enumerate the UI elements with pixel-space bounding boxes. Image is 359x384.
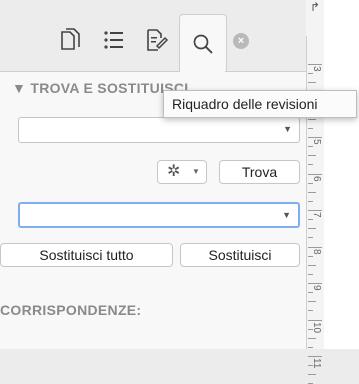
options-button[interactable]: ✲ ▼ (157, 160, 207, 184)
navigator-tab-bar: × (0, 0, 306, 73)
pages-icon (61, 28, 80, 50)
tooltip: Riquadro delle revisioni (163, 90, 357, 118)
tab-pages[interactable] (52, 20, 88, 60)
ruler-tick (308, 182, 313, 184)
ruler-tick (308, 191, 316, 193)
ruler-tick (308, 301, 316, 303)
tab-search[interactable] (179, 14, 227, 73)
ruler-tick (308, 228, 316, 230)
ruler-number: 5 (311, 139, 322, 145)
ruler-tick (308, 173, 322, 175)
ruler-number: 8 (311, 248, 322, 255)
ruler-tick (308, 337, 316, 339)
ruler-number: 10 (311, 321, 322, 333)
ruler-tick (308, 328, 313, 330)
ruler-tick (308, 292, 313, 294)
document-canvas (324, 0, 359, 349)
chevron-down-icon: ▼ (192, 167, 200, 176)
ruler-tick (308, 82, 316, 84)
ruler-tick (308, 210, 322, 211)
ruler-tick (308, 283, 322, 284)
ruler-tick (308, 356, 322, 357)
ruler-tick (308, 237, 313, 239)
gear-icon: ✲ (167, 163, 181, 180)
ruler-tick (308, 127, 313, 129)
ruler-tick (308, 310, 313, 312)
matches-title: CORRISPONDENZE: (0, 302, 142, 318)
ruler-tick (308, 264, 316, 266)
close-icon[interactable]: × (233, 33, 249, 49)
ruler-number: 3 (311, 66, 322, 72)
ruler-tick (308, 219, 313, 221)
ruler-corner-icon: ↱ (306, 0, 324, 36)
ruler-number: 7 (311, 212, 322, 218)
replace-all-button[interactable]: Sostituisci tutto (0, 243, 173, 267)
tab-outline[interactable] (96, 20, 132, 60)
ruler-tick (308, 155, 316, 157)
ruler-tick (308, 64, 322, 65)
ruler-number: 6 (311, 175, 322, 182)
ruler-tick (308, 365, 313, 367)
dropdown-arrow-icon[interactable]: ▼ (282, 210, 291, 220)
ruler-tick (308, 118, 316, 120)
tab-review[interactable] (139, 20, 175, 60)
search-icon (193, 34, 213, 54)
document-edit-icon (147, 29, 169, 51)
ruler-number: 9 (311, 285, 322, 291)
ruler-number: 11 (311, 358, 322, 369)
ruler-tick (308, 374, 316, 376)
ruler-tick (308, 346, 313, 348)
ruler-tick (308, 73, 313, 75)
ruler-tick (308, 319, 322, 321)
ruler-tick (308, 200, 313, 202)
ruler-tick (308, 255, 313, 257)
find-button[interactable]: Trova (219, 160, 300, 184)
ruler-tick (308, 246, 322, 248)
replace-button[interactable]: Sostituisci (180, 243, 300, 267)
dropdown-arrow-icon[interactable]: ▼ (283, 124, 292, 134)
ruler-tick (308, 164, 313, 166)
ruler-tick (308, 146, 313, 148)
ruler-tick (308, 273, 313, 275)
ruler-tick (308, 137, 322, 138)
replace-input[interactable]: ▼ (18, 202, 300, 228)
vertical-ruler (306, 0, 324, 349)
list-icon (104, 31, 123, 49)
find-input[interactable]: ▼ (18, 117, 300, 143)
